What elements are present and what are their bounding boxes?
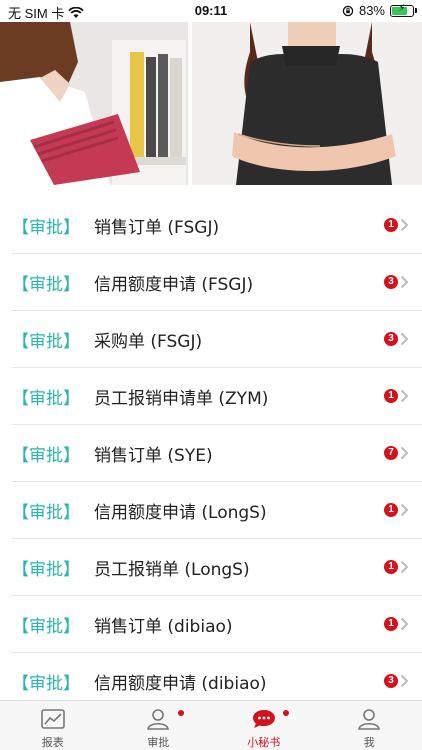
approval-title: 员工报销申请单 (ZYM) [94, 389, 269, 409]
chevron-right-icon [400, 674, 409, 688]
approval-title: 信用额度申请 (dibiao) [94, 674, 267, 694]
approval-title: 销售订单 (SYE) [94, 446, 213, 466]
approval-title: 员工报销单 (LongS) [94, 560, 250, 580]
user-icon [147, 709, 170, 730]
tab-label-reports: 报表 [41, 736, 64, 749]
approval-row[interactable]: 【审批】 采购单 (FSGJ) 3 [12, 311, 422, 368]
count-badge: 3 [384, 275, 398, 289]
approval-tag: 【审批】 [12, 617, 80, 637]
approval-tag: 【审批】 [12, 218, 80, 238]
approval-title: 销售订单 (dibiao) [94, 617, 233, 637]
approval-title: 采购单 (FSGJ) [94, 332, 203, 352]
approval-tag: 【审批】 [12, 389, 80, 409]
battery-percent: 83% [358, 3, 385, 18]
chevron-right-icon [400, 617, 409, 631]
orientation-lock-icon [342, 5, 354, 16]
tab-bar: 报表 审批 小秘书 我 [0, 700, 422, 750]
approval-row[interactable]: 【审批】 信用额度申请 (FSGJ) 3 [12, 254, 422, 311]
count-badge: 1 [384, 560, 398, 574]
tab-reports[interactable]: 报表 [0, 701, 106, 750]
approval-notification-dot [177, 710, 184, 716]
approval-tag: 【审批】 [12, 332, 80, 352]
status-bar: 无 SIM 卡 09:11 83% ⚡ [0, 0, 422, 22]
count-badge: 3 [384, 674, 398, 688]
approval-list: 【审批】 销售订单 (FSGJ) 1 【审批】 信用额度申请 (FSGJ) 3 【审批】 采购… [0, 197, 422, 710]
chevron-right-icon [400, 332, 409, 346]
count-badge: 1 [384, 218, 398, 232]
secretary-notification-dot [283, 710, 289, 716]
charging-bolt-icon: ⚡ [398, 2, 406, 14]
count-badge: 7 [384, 446, 398, 460]
chevron-right-icon [400, 389, 409, 403]
count-badge: 1 [384, 617, 398, 631]
approval-tag: 【审批】 [12, 674, 80, 694]
banner-illustration [0, 22, 422, 185]
battery-icon: ⚡ [390, 2, 417, 17]
approval-title: 销售订单 (FSGJ) [94, 218, 220, 238]
chevron-right-icon [400, 275, 409, 289]
tab-me[interactable]: 我 [317, 701, 422, 750]
tab-approval[interactable]: 审批 [106, 701, 212, 750]
approval-title: 信用额度申请 (FSGJ) [94, 275, 254, 295]
approval-row[interactable]: 【审批】 销售订单 (dibiao) 1 [12, 596, 422, 653]
tab-label-secretary: 小秘书 [247, 736, 281, 749]
count-badge: 1 [384, 389, 398, 403]
banner-image [0, 22, 422, 185]
approval-row[interactable]: 【审批】 销售订单 (FSGJ) 1 [12, 197, 422, 254]
approval-title: 信用额度申请 (LongS) [94, 503, 267, 523]
approval-tag: 【审批】 [12, 503, 80, 523]
approval-tag: 【审批】 [12, 446, 80, 466]
approval-row[interactable]: 【审批】 员工报销申请单 (ZYM) 1 [12, 368, 422, 425]
chevron-right-icon [400, 503, 409, 517]
person-icon [358, 709, 381, 730]
tab-secretary[interactable]: 小秘书 [211, 701, 317, 750]
status-right: 83% ⚡ [342, 2, 417, 18]
approval-row[interactable]: 【审批】 员工报销单 (LongS) 1 [12, 539, 422, 596]
approval-row[interactable]: 【审批】 销售订单 (SYE) 7 [12, 425, 422, 482]
count-badge: 1 [384, 503, 398, 517]
approval-tag: 【审批】 [12, 560, 80, 580]
chevron-right-icon [400, 560, 409, 574]
chart-icon [40, 709, 65, 729]
tab-label-me: 我 [363, 736, 375, 749]
count-badge: 3 [384, 332, 398, 346]
chevron-right-icon [400, 218, 409, 232]
tab-label-approval: 审批 [147, 736, 170, 749]
approval-tag: 【审批】 [12, 275, 80, 295]
chat-bubble-icon [252, 710, 275, 728]
chevron-right-icon [400, 446, 409, 460]
approval-row[interactable]: 【审批】 信用额度申请 (LongS) 1 [12, 482, 422, 539]
